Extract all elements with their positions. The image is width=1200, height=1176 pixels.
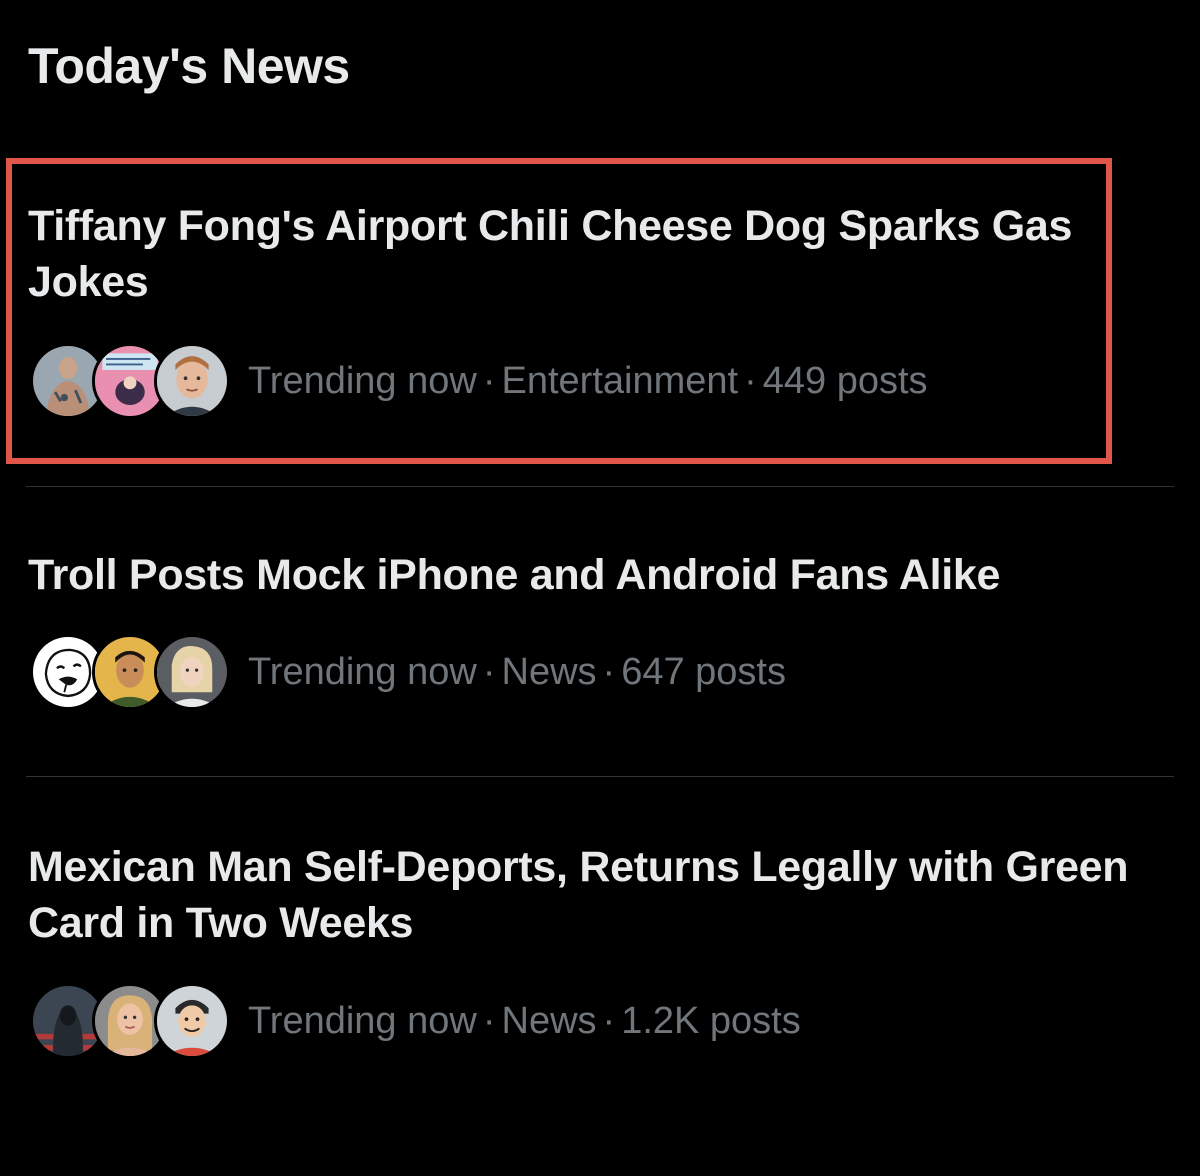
news-category: News (501, 651, 597, 693)
separator-dot: · (482, 1000, 496, 1042)
avatar (154, 983, 230, 1059)
avatar-stack (30, 981, 230, 1061)
avatar-stack (30, 632, 230, 712)
news-meta: Trending now · Entertainment · 449 posts (30, 341, 928, 421)
separator-dot: · (602, 1000, 616, 1042)
trending-status: Trending now (248, 651, 477, 693)
separator-dot: · (482, 651, 496, 693)
news-meta: Trending now · News · 647 posts (30, 632, 786, 712)
post-count: 449 posts (762, 360, 928, 402)
trending-status: Trending now (248, 360, 477, 402)
news-category: Entertainment (501, 360, 739, 402)
trending-status: Trending now (248, 1000, 477, 1042)
news-meta-text: Trending now · Entertainment · 449 posts (248, 357, 928, 405)
news-headline[interactable]: Troll Posts Mock iPhone and Android Fans… (28, 547, 1148, 603)
post-count: 1.2K posts (621, 1000, 801, 1042)
news-meta: Trending now · News · 1.2K posts (30, 981, 801, 1061)
separator-dot: · (482, 360, 496, 402)
news-meta-text: Trending now · News · 647 posts (248, 648, 786, 696)
post-count: 647 posts (621, 651, 786, 693)
news-item[interactable]: Troll Posts Mock iPhone and Android Fans… (0, 487, 1200, 777)
avatar (154, 343, 230, 419)
news-category: News (501, 1000, 597, 1042)
avatar (154, 634, 230, 710)
news-headline[interactable]: Tiffany Fong's Airport Chili Cheese Dog … (28, 198, 1148, 310)
section-title: Today's News (28, 38, 350, 94)
news-headline[interactable]: Mexican Man Self-Deports, Returns Legall… (28, 839, 1148, 951)
news-item[interactable]: Tiffany Fong's Airport Chili Cheese Dog … (0, 180, 1200, 470)
separator-dot: · (744, 360, 757, 402)
news-meta-text: Trending now · News · 1.2K posts (248, 997, 801, 1045)
avatar-stack (30, 341, 230, 421)
separator-dot: · (602, 651, 616, 693)
news-item[interactable]: Mexican Man Self-Deports, Returns Legall… (0, 777, 1200, 1097)
